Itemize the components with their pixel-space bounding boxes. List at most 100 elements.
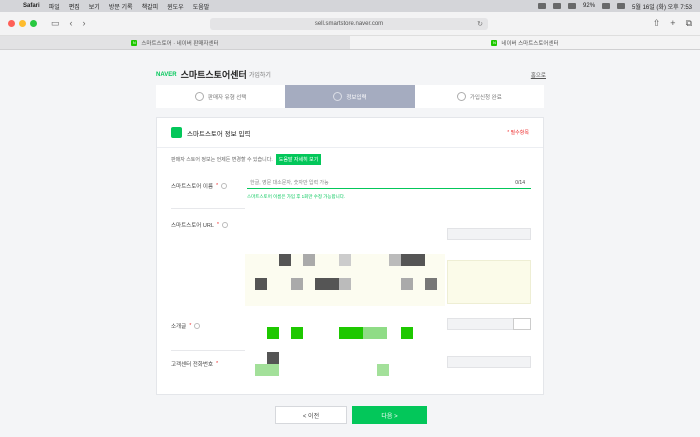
share-icon[interactable]: ⇧ — [653, 18, 661, 29]
info-icon[interactable] — [222, 222, 229, 228]
store-name-input[interactable]: 한글, 영문 대소문자, 숫자만 입력 가능 0/14 — [247, 177, 531, 189]
menu-history[interactable]: 방문 기록 — [109, 2, 133, 11]
divider — [171, 208, 245, 209]
cs-phone-field[interactable] — [447, 356, 531, 368]
label-text: 스마트스토어 이름 — [171, 184, 214, 190]
tab-smartstore-center[interactable]: N 네이버 스마트스토어센터 — [350, 36, 700, 49]
menu-edit[interactable]: 편집 — [69, 2, 80, 11]
redacted-block — [339, 278, 351, 290]
store-name-label: 스마트스토어 이름 * — [171, 182, 228, 190]
label-text: 소개글 — [171, 324, 187, 330]
redacted-block — [267, 352, 279, 364]
check-icon — [456, 92, 466, 101]
card-title: 스마트스토어 정보 입력 — [187, 130, 251, 138]
label-text: 스마트스토어 URL — [171, 223, 214, 229]
battery-icon[interactable] — [602, 3, 611, 9]
step-label: 가입신청 완료 — [469, 94, 502, 101]
redacted-block — [255, 278, 267, 290]
store-url-label: 스마트스토어 URL * — [171, 221, 229, 229]
url-guide-box — [447, 260, 531, 304]
tab-seller-center[interactable]: N 스마트스토어 · 네이버 판매자센터 — [0, 36, 350, 49]
redacted-block — [401, 327, 413, 339]
naver-logo[interactable]: NAVER — [156, 72, 177, 78]
redacted-block — [401, 254, 425, 266]
help-button[interactable]: 도움말 자세히 보기 — [275, 154, 322, 165]
step-seller-type: 판매자 유형 선택 — [156, 85, 286, 108]
browser-toolbar: ▭ ‹ › sell.smartstore.naver.com ↻ ⇧ + ⧉ — [0, 12, 700, 36]
sidebar-icon[interactable]: ▭ — [51, 19, 60, 28]
redacted-block — [267, 327, 279, 339]
redacted-block — [339, 254, 351, 266]
menu-help[interactable]: 도움말 — [193, 2, 210, 11]
battery-level: 92% — [583, 3, 596, 9]
close-window-button[interactable] — [8, 20, 15, 27]
redacted-block — [339, 327, 363, 339]
redacted-block — [303, 254, 315, 266]
store-icon — [171, 127, 182, 138]
wifi-icon[interactable] — [568, 3, 577, 9]
redacted-block — [389, 254, 401, 266]
menu-window[interactable]: 윈도우 — [167, 2, 184, 11]
label-text: 고객센터 전화번호 — [171, 362, 214, 368]
required-note: * 필수항목 — [507, 130, 529, 136]
intro-small-button[interactable] — [513, 318, 531, 330]
forward-icon[interactable]: › — [83, 19, 86, 28]
intro-label: 소개글 * — [171, 322, 201, 330]
char-counter: 0/14 — [515, 179, 525, 186]
clock[interactable]: 5월 16일 (화) 오후 7:53 — [632, 2, 692, 11]
required-mark: * — [216, 361, 219, 367]
tab-label: 네이버 스마트스토어센터 — [501, 40, 559, 47]
divider — [171, 350, 245, 351]
menu-bookmarks[interactable]: 책갈피 — [142, 2, 159, 11]
menu-view[interactable]: 보기 — [89, 2, 100, 11]
notice-text: 판매자 스토어 정보는 언제든 변경할 수 있습니다. — [171, 157, 273, 163]
redacted-block — [315, 278, 339, 290]
page-title: 스마트스토어센터 — [180, 70, 247, 80]
page-content: NAVER 스마트스토어센터 가입하기 홈으로 판매자 유형 선택 정보입력 가… — [0, 50, 700, 437]
redacted-block — [401, 278, 413, 290]
menu-safari[interactable]: Safari — [23, 3, 40, 9]
page-header: NAVER 스마트스토어센터 가입하기 홈으로 — [156, 68, 546, 81]
new-tab-icon[interactable]: + — [670, 18, 675, 29]
redacted-area — [245, 218, 445, 392]
cs-phone-label: 고객센터 전화번호 * — [171, 360, 218, 368]
required-mark: * — [216, 183, 219, 189]
redacted-block — [291, 327, 303, 339]
next-button[interactable]: 다음 > — [352, 406, 427, 424]
step-complete: 가입신청 완료 — [414, 85, 544, 108]
info-icon[interactable] — [194, 323, 201, 329]
redacted-block — [255, 364, 279, 376]
redacted-block — [291, 278, 303, 290]
menu-file[interactable]: 파일 — [49, 2, 60, 11]
redacted-block — [425, 278, 437, 290]
naver-favicon-icon: N — [491, 39, 498, 46]
minimize-window-button[interactable] — [19, 20, 26, 27]
address-bar[interactable]: sell.smartstore.naver.com ↻ — [210, 18, 488, 30]
card-header: 스마트스토어 정보 입력 * 필수항목 — [157, 118, 543, 148]
back-icon[interactable]: ‹ — [70, 19, 73, 28]
status-icon[interactable] — [553, 3, 562, 9]
redacted-block — [363, 327, 387, 339]
status-icon[interactable] — [538, 3, 547, 9]
step-info-input: 정보입력 — [285, 85, 415, 108]
input-placeholder: 한글, 영문 대소문자, 숫자만 입력 가능 — [250, 180, 329, 186]
required-mark: * — [189, 323, 192, 329]
prev-button[interactable]: < 이전 — [275, 406, 347, 424]
home-link[interactable]: 홈으로 — [531, 71, 546, 79]
redacted-block — [279, 254, 291, 266]
store-url-field[interactable] — [447, 228, 531, 240]
tab-overview-icon[interactable]: ⧉ — [686, 18, 692, 29]
notice: 판매자 스토어 정보는 언제든 변경할 수 있습니다. 도움말 자세히 보기 — [171, 154, 322, 165]
tab-label: 스마트스토어 · 네이버 판매자센터 — [141, 40, 219, 47]
naver-favicon-icon: N — [131, 39, 138, 46]
info-icon[interactable] — [221, 183, 228, 189]
reload-icon[interactable]: ↻ — [477, 20, 483, 28]
zoom-window-button[interactable] — [30, 20, 37, 27]
tab-bar: N 스마트스토어 · 네이버 판매자센터 N 네이버 스마트스토어센터 — [0, 36, 700, 50]
signup-steps: 판매자 유형 선택 정보입력 가입신청 완료 — [156, 85, 544, 108]
step-label: 정보입력 — [346, 94, 367, 101]
redacted-block — [377, 364, 389, 376]
required-mark: * — [216, 222, 220, 228]
search-icon[interactable] — [617, 3, 626, 9]
people-icon — [194, 92, 204, 101]
